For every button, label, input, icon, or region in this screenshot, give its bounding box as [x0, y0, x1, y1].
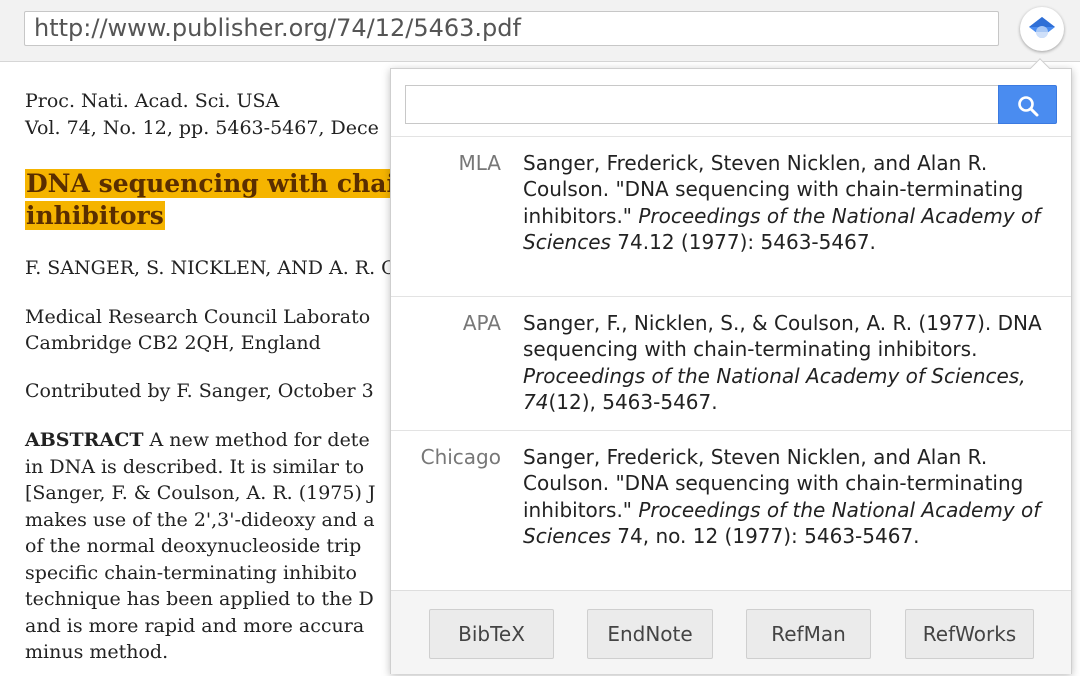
- bibtex-button[interactable]: BibTeX: [429, 609, 554, 659]
- refman-button[interactable]: RefMan: [746, 609, 871, 659]
- endnote-button[interactable]: EndNote: [587, 609, 713, 659]
- citation-style-label: Chicago: [420, 445, 501, 469]
- citation-text[interactable]: Sanger, F., Nicklen, S., & Coulson, A. R…: [523, 310, 1043, 415]
- citation-mla: MLA Sanger, Frederick, Steven Nicklen, a…: [391, 136, 1071, 296]
- citation-text[interactable]: Sanger, Frederick, Steven Nicklen, and A…: [523, 150, 1043, 255]
- title-line-1: DNA sequencing with chair: [25, 169, 411, 198]
- paper-title: DNA sequencing with chair inhibitors: [25, 168, 411, 232]
- citation-text[interactable]: Sanger, Frederick, Steven Nicklen, and A…: [523, 444, 1043, 549]
- pdf-document: Proc. Nati. Acad. Sci. USA Vol. 74, No. …: [25, 0, 425, 676]
- volume-info: Vol. 74, No. 12, pp. 5463-5467, Dece: [25, 117, 379, 139]
- search-button[interactable]: [998, 85, 1057, 124]
- contributed-by: Contributed by F. Sanger, October 3: [25, 380, 374, 402]
- search-input[interactable]: [405, 85, 999, 124]
- abstract: ABSTRACT A new method for dete in DNA is…: [25, 427, 425, 666]
- citation-style-label: APA: [462, 311, 501, 335]
- citation-chicago: Chicago Sanger, Frederick, Steven Nickle…: [391, 430, 1071, 590]
- authors: F. SANGER, S. NICKLEN, AND A. R. C: [25, 257, 396, 279]
- abstract-label: ABSTRACT: [25, 429, 144, 451]
- title-line-2: inhibitors: [25, 201, 165, 230]
- refworks-button[interactable]: RefWorks: [905, 609, 1034, 659]
- affiliation-line-2: Cambridge CB2 2QH, England: [25, 332, 321, 354]
- affiliation-line-1: Medical Research Council Laborato: [25, 306, 371, 328]
- citation-style-label: MLA: [458, 151, 501, 175]
- citation-apa: APA Sanger, F., Nicklen, S., & Coulson, …: [391, 296, 1071, 430]
- export-footer: BibTeX EndNote RefMan RefWorks: [391, 590, 1071, 674]
- scholar-extension-button[interactable]: [1020, 7, 1064, 51]
- journal-name: Proc. Nati. Acad. Sci. USA: [25, 90, 280, 112]
- scholar-cap-icon: [1029, 17, 1055, 38]
- search-icon: [1018, 96, 1039, 117]
- abstract-text: A new method for dete in DNA is describe…: [25, 429, 376, 663]
- citation-popup: MLA Sanger, Frederick, Steven Nicklen, a…: [390, 58, 1072, 674]
